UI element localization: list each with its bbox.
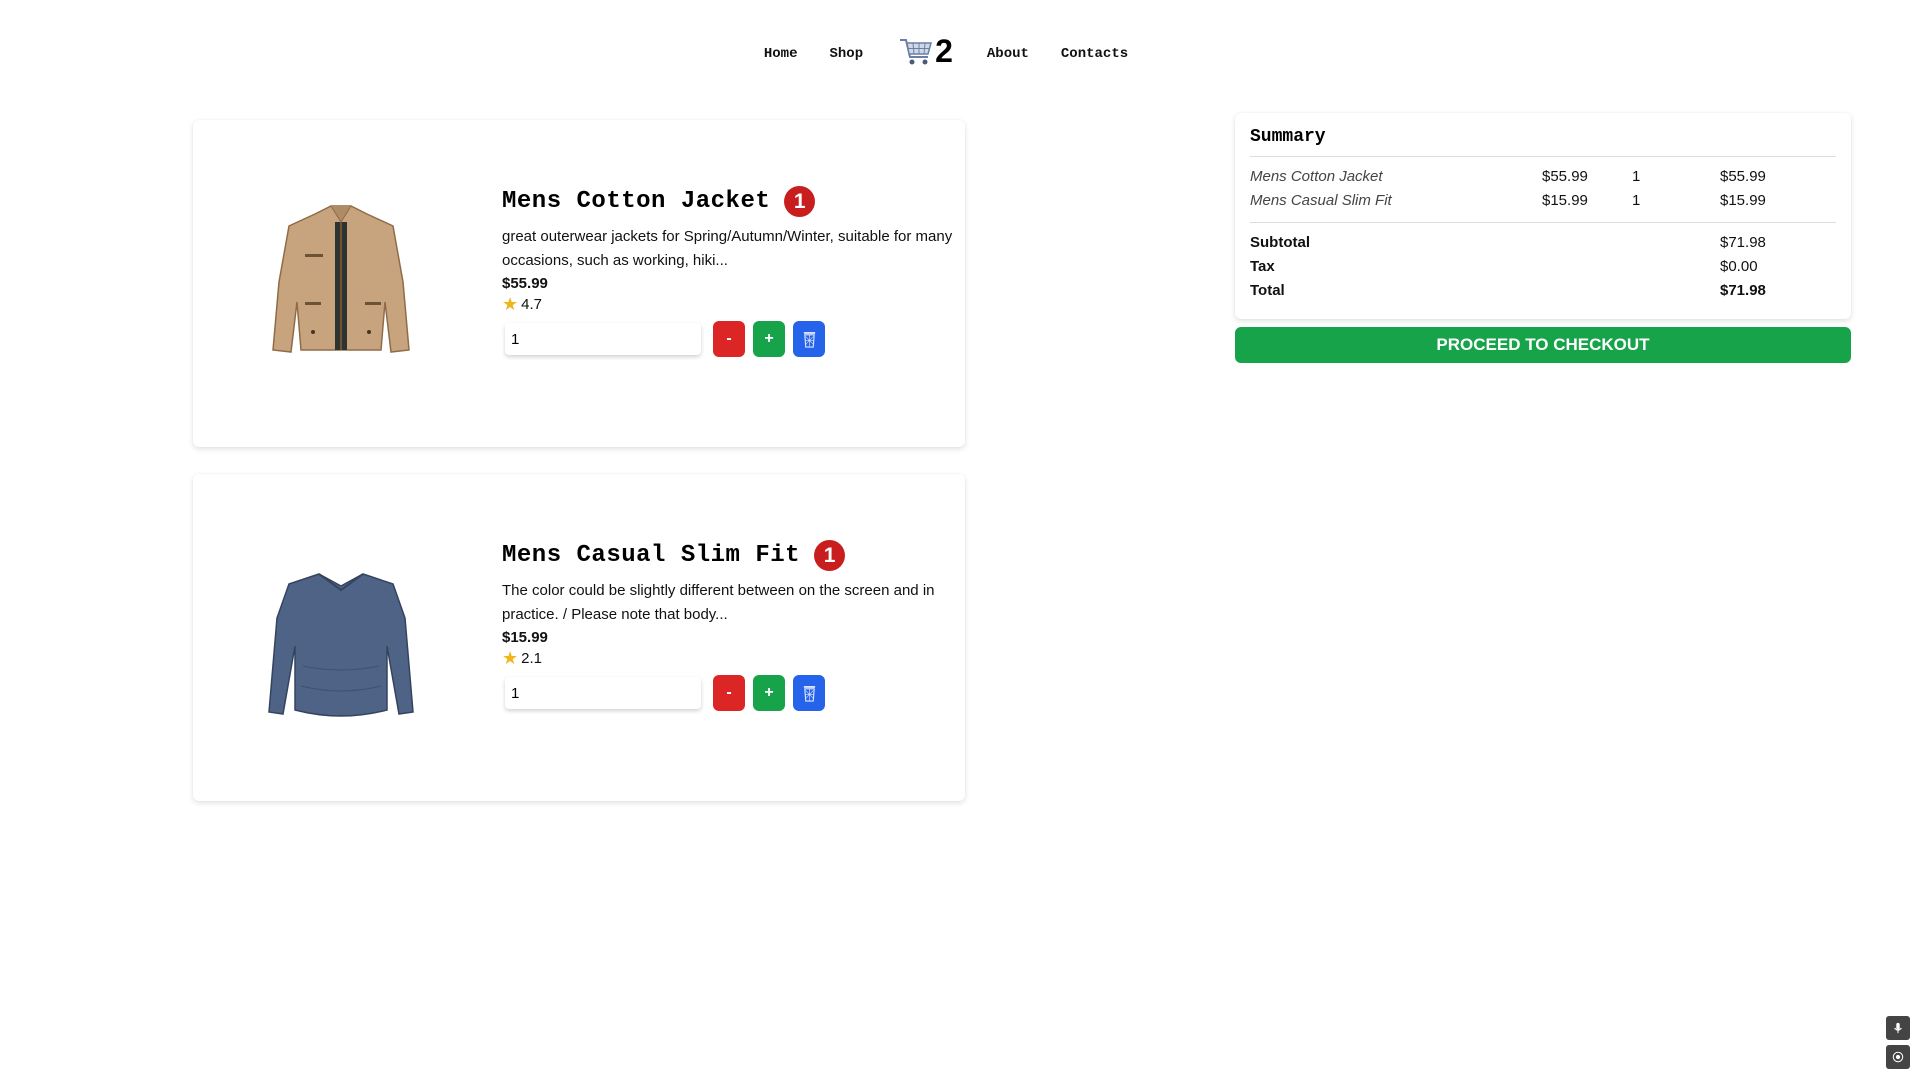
subtotal-row: Subtotal $71.98 <box>1250 231 1836 255</box>
product-description: great outerwear jackets for Spring/Autum… <box>502 228 953 269</box>
product-rating: ★ 4.7 <box>502 295 958 313</box>
jacket-image <box>272 205 410 353</box>
quantity-badge: 1 <box>814 540 846 571</box>
star-icon: ★ <box>502 648 519 668</box>
nav-about-link[interactable]: About <box>987 46 1029 62</box>
quantity-input[interactable] <box>505 323 701 355</box>
trash-icon <box>803 331 815 348</box>
quantity-badge: 1 <box>784 186 816 217</box>
top-nav: Home Shop 2 About Contacts <box>0 32 1920 71</box>
target-icon <box>1892 1051 1904 1063</box>
summary-item-total: $15.99 <box>1720 192 1766 209</box>
total-label: Total <box>1250 282 1285 299</box>
summary-item-total: $55.99 <box>1720 168 1766 185</box>
microphone-icon <box>1894 1022 1902 1034</box>
summary-item-price: $15.99 <box>1542 192 1588 209</box>
total-row: Total $71.98 <box>1250 279 1836 303</box>
tax-label: Tax <box>1250 258 1275 275</box>
product-title: Mens Casual Slim Fit <box>502 542 801 569</box>
product-title: Mens Cotton Jacket <box>502 188 771 215</box>
rating-value: 2.1 <box>521 649 542 667</box>
product-image <box>253 546 429 722</box>
divider <box>1250 222 1836 223</box>
quantity-input[interactable] <box>505 677 701 709</box>
star-icon: ★ <box>502 294 519 314</box>
target-button[interactable] <box>1886 1045 1910 1069</box>
trash-icon <box>803 685 815 702</box>
product-price: $55.99 <box>502 275 548 292</box>
subtotal-label: Subtotal <box>1250 234 1310 251</box>
total-value: $71.98 <box>1720 282 1766 299</box>
decrease-quantity-button[interactable]: - <box>713 675 745 711</box>
product-rating: ★ 2.1 <box>502 649 958 667</box>
checkout-button[interactable]: PROCEED TO CHECKOUT <box>1235 327 1851 363</box>
rating-value: 4.7 <box>521 295 542 313</box>
nav-home-link[interactable]: Home <box>764 46 798 62</box>
product-info: Mens Casual Slim Fit 1 The color could b… <box>502 540 958 711</box>
decrease-quantity-button[interactable]: - <box>713 321 745 357</box>
summary-item-qty: 1 <box>1632 168 1641 185</box>
quantity-controls: - + <box>502 675 958 711</box>
nav-contacts-link[interactable]: Contacts <box>1061 46 1128 62</box>
product-image <box>253 192 429 368</box>
summary-item-price: $55.99 <box>1542 168 1588 185</box>
product-description: The color could be slightly different be… <box>502 582 935 623</box>
summary-line-item: Mens Casual Slim Fit $15.99 1 $15.99 <box>1250 189 1836 213</box>
summary-item-name: Mens Cotton Jacket <box>1250 168 1383 185</box>
increase-quantity-button[interactable]: + <box>753 321 785 357</box>
subtotal-value: $71.98 <box>1720 234 1766 251</box>
cart-link[interactable]: 2 <box>899 32 953 71</box>
product-price: $15.99 <box>502 629 548 646</box>
microphone-button[interactable] <box>1886 1016 1910 1040</box>
cart-item-card: Mens Casual Slim Fit 1 The color could b… <box>193 474 965 801</box>
nav-links: Home Shop 2 About Contacts <box>748 32 1144 71</box>
product-title-row: Mens Cotton Jacket 1 <box>502 186 958 217</box>
product-info: Mens Cotton Jacket 1 great outerwear jac… <box>502 186 958 357</box>
summary-title: Summary <box>1250 127 1326 147</box>
remove-item-button[interactable] <box>793 321 825 357</box>
divider <box>1250 156 1836 157</box>
quantity-controls: - + <box>502 321 958 357</box>
product-title-row: Mens Casual Slim Fit 1 <box>502 540 958 571</box>
remove-item-button[interactable] <box>793 675 825 711</box>
cart-item-card: Mens Cotton Jacket 1 great outerwear jac… <box>193 120 965 447</box>
increase-quantity-button[interactable]: + <box>753 675 785 711</box>
shirt-image <box>268 573 414 717</box>
tax-value: $0.00 <box>1720 258 1758 275</box>
nav-shop-link[interactable]: Shop <box>829 46 863 62</box>
summary-item-name: Mens Casual Slim Fit <box>1250 192 1392 209</box>
summary-item-qty: 1 <box>1632 192 1641 209</box>
order-summary: Summary Mens Cotton Jacket $55.99 1 $55.… <box>1235 113 1851 319</box>
summary-line-item: Mens Cotton Jacket $55.99 1 $55.99 <box>1250 165 1836 189</box>
cart-count: 2 <box>935 32 953 69</box>
tax-row: Tax $0.00 <box>1250 255 1836 279</box>
shopping-cart-icon <box>899 36 933 71</box>
